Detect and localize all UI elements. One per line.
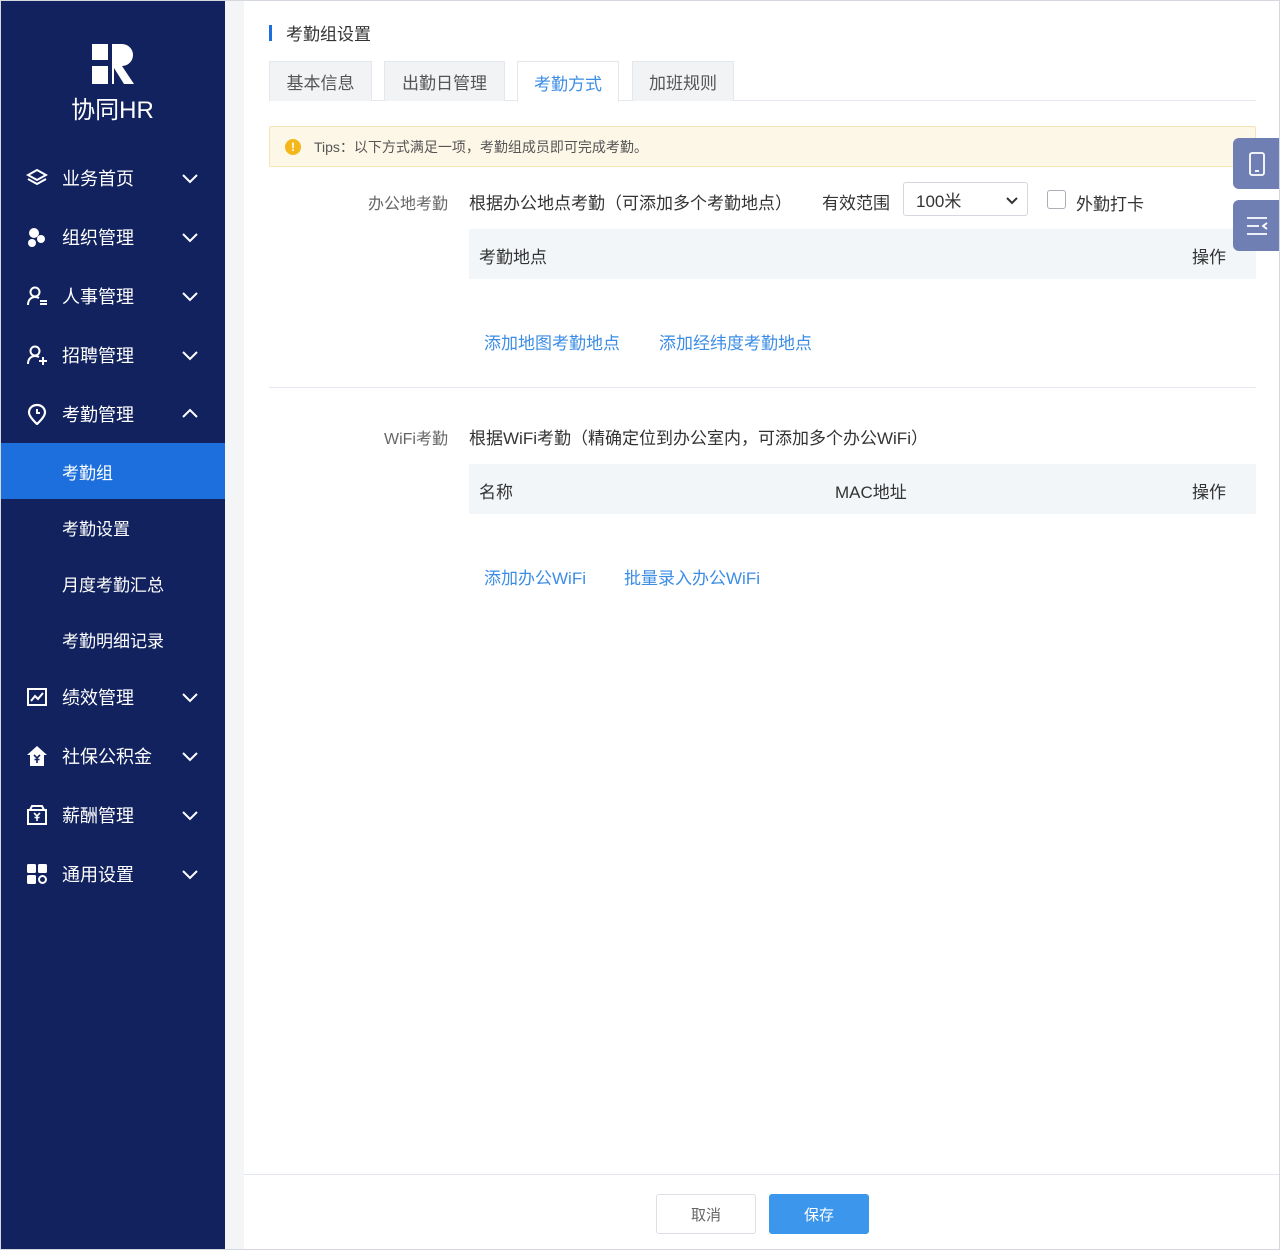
page-title-text: 考勤组设置 [286,25,371,44]
chevron-down-icon [182,810,198,820]
chevron-down-icon [182,751,198,761]
sidebar-item-label: 社保公积金 [62,746,152,767]
sidebar-item-label: 招聘管理 [62,345,134,366]
layers-icon [26,167,48,189]
chevron-down-icon [182,350,198,360]
tab-overtime-rules[interactable]: 加班规则 [632,61,734,101]
footer-bar: 取消 保存 [244,1174,1280,1250]
section-divider [269,387,1256,388]
sidebar-subitem-attendance-settings[interactable]: 考勤设置 [0,499,225,555]
wallet-yen-icon [26,804,48,826]
person-add-icon [26,344,48,366]
tips-banner: ! Tips：以下方式满足一项，考勤组成员即可完成考勤。 [269,126,1256,167]
menu-collapse-icon [1246,216,1268,235]
place-column-header: 考勤地点 [479,248,547,267]
logo-text: 协同HR [71,97,154,124]
wifi-table-header: 名称 MAC地址 操作 [469,464,1256,514]
add-map-location-link[interactable]: 添加地图考勤地点 [484,329,620,354]
office-attendance-label: 办公地考勤 [367,196,448,213]
outside-checkin-checkbox[interactable] [1047,190,1066,209]
add-office-wifi-link[interactable]: 添加办公WiFi [484,564,586,589]
sidebar-item-recruit[interactable]: 招聘管理 [0,325,225,384]
chevron-down-icon [182,869,198,879]
batch-add-wifi-link[interactable]: 批量录入办公WiFi [624,564,760,589]
chevron-down-icon [1006,197,1018,205]
sidebar-item-home[interactable]: 业务首页 [0,148,225,207]
name-column-header: 名称 [479,483,513,502]
sidebar-subitem-attendance-group[interactable]: 考勤组 [0,443,225,499]
tab-workday-management[interactable]: 出勤日管理 [384,61,505,101]
grid-settings-icon [26,863,48,885]
chevron-down-icon [182,173,198,183]
sidebar-item-label: 组织管理 [62,227,134,248]
outside-checkin-label: 外勤打卡 [1076,195,1144,214]
sidebar-subitem-detail-records[interactable]: 考勤明细记录 [0,611,225,667]
sidebar-subitem-monthly-summary[interactable]: 月度考勤汇总 [0,555,225,611]
save-button[interactable]: 保存 [769,1194,869,1234]
sidebar-item-label: 业务首页 [62,168,134,189]
range-select[interactable]: 100米 [903,182,1028,216]
tab-attendance-method[interactable]: 考勤方式 [517,61,619,102]
collapse-menu-button[interactable] [1233,200,1280,251]
office-table-header: 考勤地点 操作 [469,229,1256,279]
chevron-down-icon [182,291,198,301]
office-attendance-description: 根据办公地点考勤（可添加多个考勤地点） [469,194,792,213]
house-yen-icon [26,745,48,767]
sidebar: 协同HR 业务首页 组织管理 人事管理 招聘管理 考勤管理 考勤组 考勤设置 月… [0,0,225,1250]
logo-icon [92,44,134,84]
add-latlng-location-link[interactable]: 添加经纬度考勤地点 [659,329,812,354]
chart-icon [26,686,48,708]
main-content: 考勤组设置 基本信息 出勤日管理 考勤方式 加班规则 ! Tips：以下方式满足… [244,0,1280,1250]
chevron-up-icon [182,408,198,418]
sidebar-item-org[interactable]: 组织管理 [0,207,225,266]
mobile-phone-icon [1248,151,1265,176]
sidebar-item-label: 通用设置 [62,864,134,885]
mac-column-header: MAC地址 [835,483,907,502]
sidebar-item-attendance[interactable]: 考勤管理 [0,384,225,443]
chevron-down-icon [182,232,198,242]
warning-icon: ! [285,138,301,155]
sidebar-item-performance[interactable]: 绩效管理 [0,667,225,726]
mobile-preview-button[interactable] [1233,138,1280,189]
action-column-header: 操作 [1192,248,1226,267]
tips-text: Tips：以下方式满足一项，考勤组成员即可完成考勤。 [314,138,648,155]
person-list-icon [26,285,48,307]
page-title: 考勤组设置 [269,20,371,45]
sidebar-item-social-security[interactable]: 社保公积金 [0,726,225,785]
sidebar-item-label: 考勤管理 [62,404,134,425]
sidebar-item-personnel[interactable]: 人事管理 [0,266,225,325]
location-clock-icon [26,403,48,425]
tab-basic-info[interactable]: 基本信息 [269,61,372,101]
logo: 协同HR [0,40,225,130]
cancel-button[interactable]: 取消 [656,1194,756,1234]
sidebar-item-general-settings[interactable]: 通用设置 [0,844,225,903]
action-column-header: 操作 [1192,483,1226,502]
sidebar-item-label: 薪酬管理 [62,805,134,826]
chevron-down-icon [182,692,198,702]
tab-bar: 基本信息 出勤日管理 考勤方式 加班规则 [269,61,1256,102]
range-label: 有效范围 [822,194,890,213]
wifi-attendance-description: 根据WiFi考勤（精确定位到办公室内，可添加多个办公WiFi） [469,429,928,448]
sidebar-item-salary[interactable]: 薪酬管理 [0,785,225,844]
sidebar-nav: 业务首页 组织管理 人事管理 招聘管理 考勤管理 考勤组 考勤设置 月度考勤汇总… [0,148,225,903]
org-icon [26,226,48,248]
sidebar-item-label: 人事管理 [62,286,134,307]
wifi-attendance-label: WiFi考勤 [384,431,448,448]
sidebar-item-label: 绩效管理 [62,687,134,708]
range-select-value: 100米 [916,191,962,211]
title-accent-bar [269,24,272,41]
